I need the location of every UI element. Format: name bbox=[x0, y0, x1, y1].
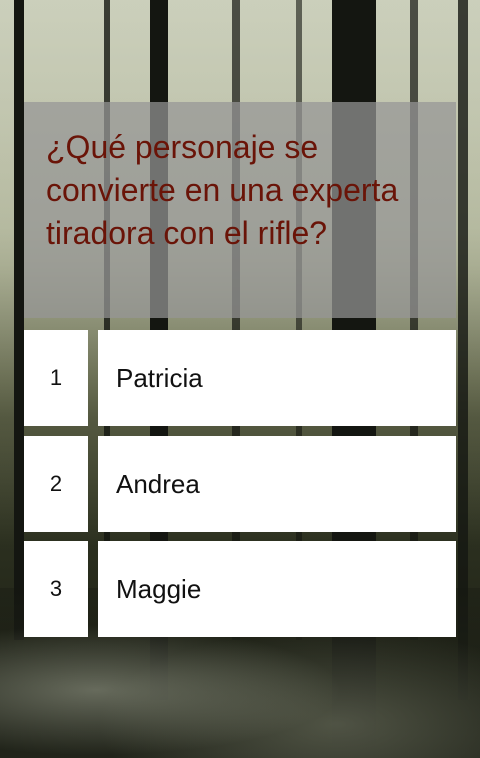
answer-number[interactable]: 1 bbox=[24, 330, 88, 426]
question-panel: ¿Qué personaje se convierte en una exper… bbox=[24, 102, 456, 318]
answer-label[interactable]: Andrea bbox=[98, 436, 456, 532]
answer-label[interactable]: Maggie bbox=[98, 541, 456, 637]
answer-number[interactable]: 3 bbox=[24, 541, 88, 637]
answer-option-2[interactable]: 2 Andrea bbox=[24, 436, 456, 532]
tree-trunk bbox=[14, 0, 24, 640]
answer-option-3[interactable]: 3 Maggie bbox=[24, 541, 456, 637]
answer-label[interactable]: Patricia bbox=[98, 330, 456, 426]
answer-number[interactable]: 2 bbox=[24, 436, 88, 532]
question-text: ¿Qué personaje se convierte en una exper… bbox=[46, 129, 399, 251]
answer-option-1[interactable]: 1 Patricia bbox=[24, 330, 456, 426]
